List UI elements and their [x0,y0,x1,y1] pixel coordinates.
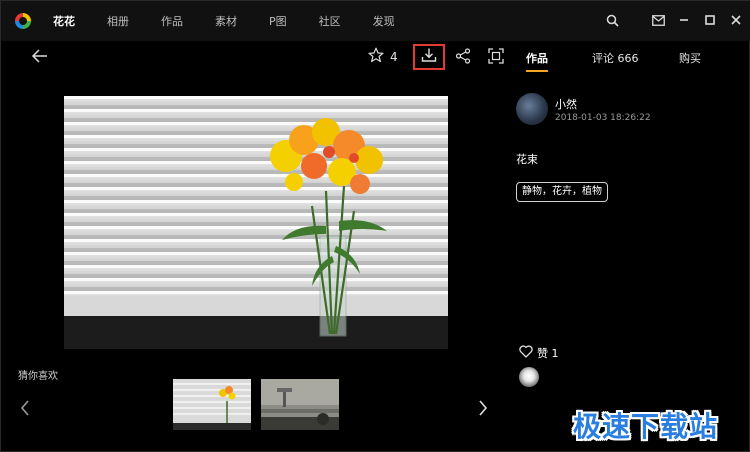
nav-item-album[interactable]: 相册 [107,13,129,29]
like-count: 赞 1 [537,346,559,360]
liker-avatar[interactable] [519,367,539,387]
like-button[interactable]: 赞 1 [519,343,559,362]
nav-item-discover[interactable]: 发现 [373,13,395,29]
mail-icon[interactable] [651,13,665,27]
maximize-icon[interactable] [703,13,717,27]
nav-item-huahua[interactable]: 花花 [53,13,75,29]
recommend-thumbnail[interactable] [173,379,251,430]
author-avatar[interactable] [516,93,548,125]
main-photo[interactable] [64,96,448,349]
download-icon [421,47,437,67]
chevron-right-icon[interactable] [477,399,491,417]
download-button[interactable] [413,44,445,70]
tab-works[interactable]: 作品 [526,50,548,72]
favorite-count: 4 [390,50,398,64]
star-icon [368,47,384,67]
nav-item-materials[interactable]: 素材 [215,13,237,29]
author-name[interactable]: 小然 [555,96,577,112]
recommend-title: 猜你喜欢 [18,371,58,382]
app-logo-icon[interactable] [15,13,31,29]
nav-item-works[interactable]: 作品 [161,13,183,29]
chevron-left-icon[interactable] [19,399,33,417]
minimize-icon[interactable] [677,13,691,27]
post-tag[interactable]: 静物，花卉，植物 [516,182,608,202]
close-icon[interactable] [729,13,743,27]
fullscreen-icon[interactable] [488,48,506,66]
window-controls [605,13,743,27]
tab-buy[interactable]: 购买 [679,50,701,66]
favorite-button[interactable]: 4 [368,47,398,67]
search-icon[interactable] [605,13,619,27]
nav-item-ptu[interactable]: P图 [269,13,287,29]
top-nav-bar: 花花 相册 作品 素材 P图 社区 发现 [1,1,750,41]
main-nav: 花花 相册 作品 素材 P图 社区 发现 [53,13,427,29]
post-timestamp: 2018-01-03 18:26:22 [555,113,651,123]
nav-item-community[interactable]: 社区 [319,13,341,29]
heart-icon [519,343,533,362]
recommend-thumbnail[interactable] [261,379,339,430]
tab-comments[interactable]: 评论 666 [592,50,639,66]
back-arrow-icon[interactable] [31,47,51,67]
watermark-text: 极速下载站 [573,410,719,443]
post-title: 花束 [516,153,538,166]
share-icon[interactable] [455,48,473,66]
app-window: 花花 相册 作品 素材 P图 社区 发现 4 作品 评论 666 购买 小然 2… [0,0,750,452]
